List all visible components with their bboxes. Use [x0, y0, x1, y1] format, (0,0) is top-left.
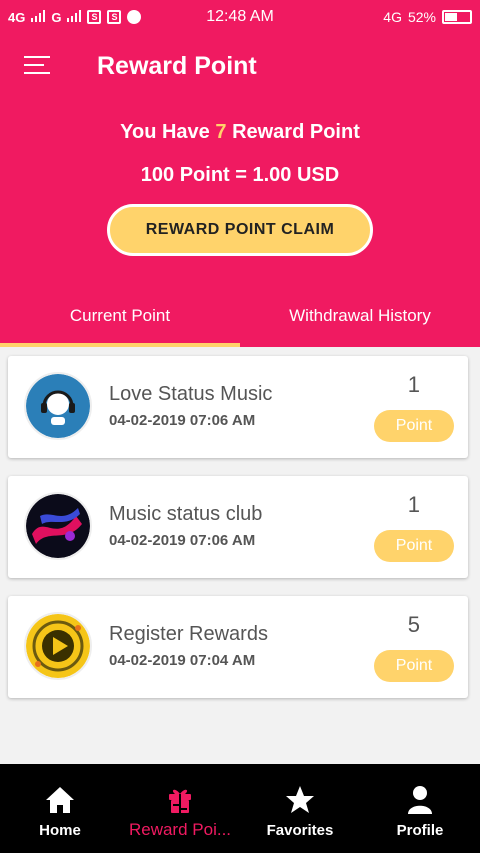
item-points: 1	[407, 372, 420, 397]
nav-home[interactable]: Home	[0, 764, 120, 853]
reward-icon	[164, 784, 196, 816]
signal-1-label: 4G	[8, 9, 26, 25]
nav-profile-label: Profile	[396, 822, 444, 839]
reward-claim-button[interactable]: REWARD POINT CLAIM	[107, 204, 373, 256]
reward-suffix: Reward Point	[232, 121, 360, 143]
headphones-avatar-icon	[24, 372, 92, 440]
item-date: 04-02-2019 07:06 AM	[109, 532, 256, 549]
reward-list: Love Status Music 04-02-2019 07:06 AM 1 …	[8, 356, 468, 716]
reward-summary: You Have 7 Reward Point	[0, 121, 480, 144]
status-left: 4G G S S	[8, 9, 142, 25]
star-icon	[284, 784, 316, 816]
person-icon	[404, 784, 436, 816]
bottom-nav: Home Reward Poi... Favorites Profile	[0, 764, 480, 853]
list-item[interactable]: Music status club 04-02-2019 07:06 AM 1 …	[8, 476, 468, 578]
nav-favorites[interactable]: Favorites	[240, 764, 360, 853]
signal-2-label: G	[51, 9, 62, 25]
tab-current-point[interactable]: Current Point	[0, 300, 240, 347]
notification-s-icon: S	[87, 10, 102, 24]
list-item[interactable]: Register Rewards 04-02-2019 07:04 AM 5 P…	[8, 596, 468, 698]
item-date: 04-02-2019 07:04 AM	[109, 652, 256, 669]
item-name: Register Rewards	[109, 623, 268, 645]
conversion-rate: 100 Point = 1.00 USD	[140, 164, 340, 186]
item-name: Love Status Music	[109, 383, 273, 405]
nav-reward-label: Reward Poi...	[128, 820, 232, 839]
battery-percent: 52%	[407, 9, 436, 25]
reward-header: Reward Point You Have 7 Reward Point 100…	[0, 34, 480, 347]
signal-bars-2-icon	[67, 9, 82, 25]
reward-count: 7	[215, 121, 227, 143]
music-club-avatar-icon	[24, 492, 92, 560]
nav-reward-point[interactable]: Reward Poi...	[120, 764, 240, 853]
signal-bars-icon	[31, 9, 46, 25]
item-points: 5	[407, 612, 420, 637]
battery-icon	[442, 10, 472, 24]
home-icon	[44, 784, 76, 816]
chrome-icon	[127, 10, 142, 24]
point-badge: Point	[374, 650, 454, 682]
nav-profile[interactable]: Profile	[360, 764, 480, 853]
play-reward-avatar-icon	[24, 612, 92, 680]
tab-bar: Current Point Withdrawal History	[0, 300, 480, 347]
status-bar: 4G G S S 12:48 AM 4G 52%	[0, 0, 480, 34]
reward-prefix: You Have	[120, 121, 210, 143]
item-points: 1	[407, 492, 420, 517]
menu-icon[interactable]	[24, 56, 50, 78]
tab-withdrawal-history[interactable]: Withdrawal History	[240, 300, 480, 347]
nav-favorites-label: Favorites	[266, 822, 334, 839]
network-label: 4G	[383, 9, 402, 25]
nav-home-label: Home	[39, 822, 81, 839]
item-date: 04-02-2019 07:06 AM	[109, 412, 256, 429]
list-item[interactable]: Love Status Music 04-02-2019 07:06 AM 1 …	[8, 356, 468, 458]
status-right: 4G 52%	[383, 9, 472, 25]
notification-s2-icon: S	[107, 10, 122, 24]
point-badge: Point	[374, 410, 454, 442]
page-title: Reward Point	[97, 52, 257, 80]
point-badge: Point	[374, 530, 454, 562]
item-name: Music status club	[109, 503, 263, 525]
